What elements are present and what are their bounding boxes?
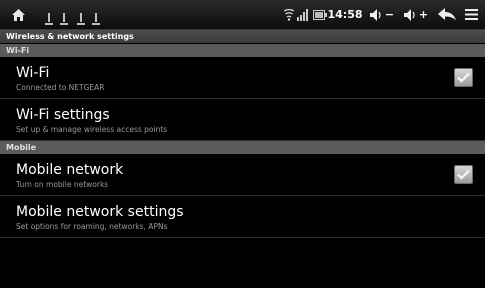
clock: 14:58 [327, 8, 363, 21]
screen-title: Wireless & network settings [0, 30, 485, 43]
mobile-network-checkbox[interactable] [454, 165, 473, 184]
home-icon[interactable] [8, 0, 28, 29]
pref-title: Wi-Fi [16, 65, 50, 81]
notification-icon [76, 13, 85, 25]
back-button[interactable] [436, 0, 458, 29]
section-header-mobile: Mobile [0, 141, 485, 154]
volume-up-label: + [418, 8, 429, 21]
pref-mobile-network[interactable]: Mobile network Turn on mobile networks [0, 154, 485, 196]
pref-summary: Set options for roaming, networks, APNs [16, 222, 168, 231]
checkmark-icon [457, 169, 470, 180]
pref-mobile-network-settings[interactable]: Mobile network settings Set options for … [0, 196, 485, 238]
status-bar: 14:58 − + [0, 0, 485, 30]
signal-icon [296, 0, 310, 29]
wifi-icon [283, 0, 295, 29]
pref-wifi[interactable]: Wi-Fi Connected to NETGEAR [0, 57, 485, 99]
checkmark-icon [457, 72, 470, 83]
pref-wifi-settings[interactable]: Wi-Fi settings Set up & manage wireless … [0, 99, 485, 141]
menu-button[interactable] [462, 0, 480, 29]
notification-icon [91, 13, 100, 25]
pref-summary: Turn on mobile networks [16, 180, 109, 189]
menu-icon [464, 9, 478, 20]
section-header-wifi: Wi-Fi [0, 44, 485, 57]
volume-down-button[interactable]: − [367, 0, 397, 29]
wifi-checkbox[interactable] [454, 68, 473, 87]
pref-summary: Connected to NETGEAR [16, 83, 105, 92]
notification-icon [59, 13, 70, 25]
volume-down-icon [369, 8, 381, 21]
volume-up-button[interactable]: + [401, 0, 431, 29]
volume-up-icon [403, 8, 415, 21]
volume-down-label: − [384, 8, 395, 21]
notification-icons[interactable] [33, 3, 111, 25]
notification-icon [44, 13, 53, 25]
pref-title: Mobile network settings [16, 204, 184, 220]
pref-summary: Set up & manage wireless access points [16, 125, 168, 134]
pref-title: Mobile network [16, 162, 124, 178]
back-icon [438, 8, 456, 20]
battery-icon [312, 0, 328, 29]
pref-title: Wi-Fi settings [16, 107, 110, 123]
